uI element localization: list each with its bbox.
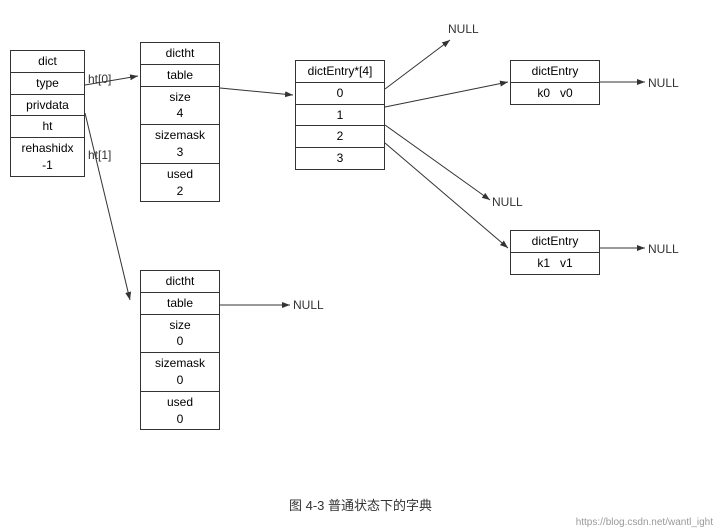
null-bottom-table: NULL [293,298,324,312]
dictht-bottom-used: used0 [141,392,219,430]
dictht-top-table: table [141,65,219,87]
dictht-bottom-sizemask: sizemask0 [141,353,219,392]
dictentry-top-header: dictEntry [511,61,599,83]
dictht-top-used: used2 [141,164,219,202]
dictentry-array-header: dictEntry*[4] [296,61,384,83]
null-top: NULL [448,22,479,36]
dictentry-array-2: 2 [296,126,384,148]
null-right-top: NULL [648,76,679,90]
caption: 图 4-3 普通状态下的字典 [0,495,721,514]
dictht-top-size: size4 [141,87,219,126]
dict-cell-rehashidx: rehashidx-1 [11,138,84,176]
dictentry-top-box: dictEntry k0 v0 [510,60,600,105]
dictht-bottom-box: dictht table size0 sizemask0 used0 [140,270,220,430]
dictht-top-header: dictht [141,43,219,65]
dict-cell-ht: ht [11,116,84,138]
dictentry-top-kv: k0 v0 [511,83,599,104]
dict-cell-dict: dict [11,51,84,73]
dictht-top-box: dictht table size4 sizemask3 used2 [140,42,220,202]
dictentry-bottom-header: dictEntry [511,231,599,253]
watermark: https://blog.csdn.net/wantl_ight [576,517,713,528]
ht1-label: ht[1] [88,148,111,162]
diagram-container: dict type privdata ht rehashidx-1 ht[0] … [0,0,721,532]
dictentry-array-1: 1 [296,105,384,127]
dictentry-bottom-box: dictEntry k1 v1 [510,230,600,275]
dict-box: dict type privdata ht rehashidx-1 [10,50,85,177]
dict-cell-type: type [11,73,84,95]
null-middle: NULL [492,195,523,209]
dictentry-array-3: 3 [296,148,384,169]
ht0-label: ht[0] [88,72,111,86]
dictht-bottom-size: size0 [141,315,219,354]
dictentry-array-box: dictEntry*[4] 0 1 2 3 [295,60,385,170]
dict-cell-privdata: privdata [11,95,84,117]
dictht-bottom-header: dictht [141,271,219,293]
dictentry-array-0: 0 [296,83,384,105]
null-right-bottom: NULL [648,242,679,256]
dictht-top-sizemask: sizemask3 [141,125,219,164]
dictentry-bottom-kv: k1 v1 [511,253,599,274]
dictht-bottom-table: table [141,293,219,315]
